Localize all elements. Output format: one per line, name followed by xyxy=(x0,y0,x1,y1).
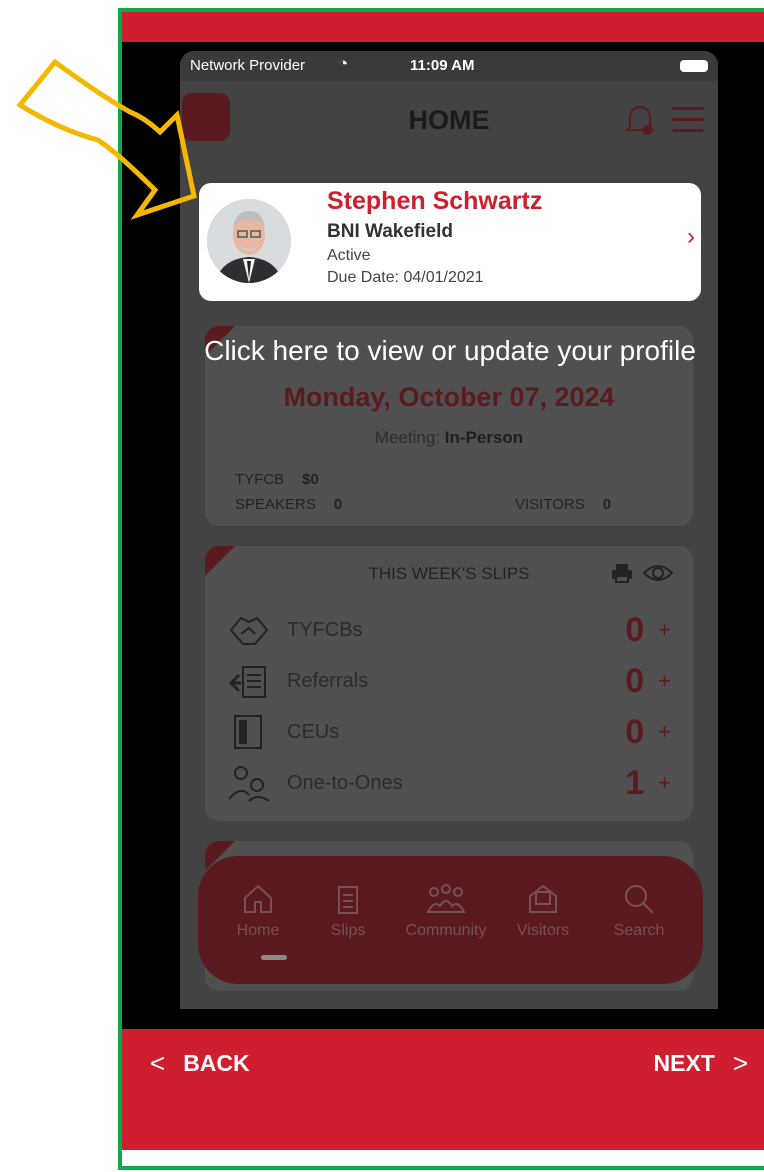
chevron-right-icon: > xyxy=(732,1048,748,1078)
profile-card[interactable]: Stephen Schwartz BNI Wakefield Active Du… xyxy=(199,183,701,301)
home-icon xyxy=(244,884,272,913)
tyfcbs-count: 0 xyxy=(625,610,645,649)
add-ceu-button[interactable]: + xyxy=(658,719,671,745)
next-button[interactable]: NEXT > xyxy=(653,1048,748,1079)
wifi-icon: ◔ xyxy=(338,54,349,73)
walkthrough-tooltip: Click here to view or update your profil… xyxy=(204,335,696,366)
profile-chapter: BNI Wakefield xyxy=(327,221,453,242)
weekly-slips-card: THIS WEEK'S SLIPS TYFCBs 0 + Referrals 0… xyxy=(205,546,693,821)
clock: 11:09 AM xyxy=(410,57,475,74)
tab-visitors[interactable]: Visitors xyxy=(498,882,588,940)
meeting-type: Meeting: In-Person xyxy=(374,428,524,447)
profile-status: Active xyxy=(327,247,371,264)
slip-row-tyfcbs[interactable]: TYFCBs 0 + xyxy=(227,606,671,654)
meeting-date: Monday, October 07, 2024 xyxy=(283,382,615,412)
tab-community[interactable]: Community xyxy=(401,882,491,940)
slip-row-one-to-ones[interactable]: One-to-Ones 1 + xyxy=(227,759,671,807)
chevron-left-icon: < xyxy=(150,1048,166,1078)
status-bar: Network Provider ◔ 11:09 AM xyxy=(180,51,718,81)
eye-icon[interactable] xyxy=(643,562,673,584)
hamburger-menu-icon[interactable] xyxy=(672,107,704,132)
community-icon xyxy=(426,884,466,913)
visitors-stat: VISITORS 0 xyxy=(515,496,612,513)
highlight-arrow-icon xyxy=(16,58,197,220)
profile-name: Stephen Schwartz xyxy=(327,187,543,215)
add-tyfcb-button[interactable]: + xyxy=(658,617,671,643)
tab-slips[interactable]: Slips xyxy=(303,882,393,940)
tab-search[interactable]: Search xyxy=(594,882,684,940)
app-header: HOME xyxy=(180,81,718,161)
bottom-tab-bar: Home Slips Community Visitors Search xyxy=(198,856,703,984)
battery-icon xyxy=(680,60,708,72)
referral-notepad-icon xyxy=(228,666,266,698)
chevron-right-icon: › xyxy=(687,223,695,250)
search-icon xyxy=(625,885,654,914)
slip-row-ceus[interactable]: CEUs 0 + xyxy=(227,708,671,756)
tab-home[interactable]: Home xyxy=(213,882,303,940)
add-one-to-one-button[interactable]: + xyxy=(658,770,671,796)
book-icon xyxy=(234,715,262,749)
people-exchange-icon xyxy=(228,766,270,802)
ceus-count: 0 xyxy=(625,712,645,751)
back-button[interactable]: < BACK xyxy=(150,1048,250,1079)
bell-icon[interactable] xyxy=(624,101,656,137)
handshake-icon xyxy=(229,616,269,645)
referrals-count: 0 xyxy=(625,661,645,700)
tyfcb-stat: TYFCB $0 xyxy=(235,471,319,488)
visitors-icon xyxy=(529,884,557,913)
one-to-ones-count: 1 xyxy=(625,763,645,802)
slip-row-referrals[interactable]: Referrals 0 + xyxy=(227,657,671,705)
profile-due-date: Due Date: 04/01/2021 xyxy=(327,269,484,286)
add-referral-button[interactable]: + xyxy=(658,668,671,694)
slips-icon xyxy=(338,886,358,914)
speakers-stat: SPEAKERS 0 xyxy=(235,496,343,513)
home-indicator xyxy=(261,955,287,960)
print-icon[interactable] xyxy=(611,562,633,584)
